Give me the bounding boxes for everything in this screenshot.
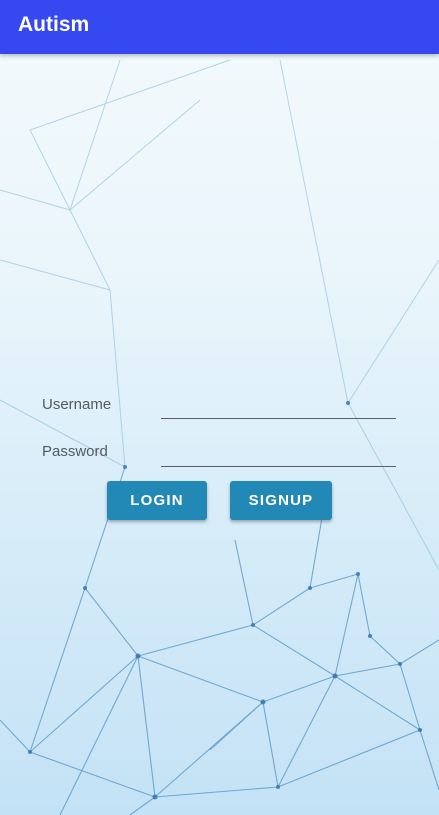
password-label: Password xyxy=(42,443,108,460)
login-screen: Autism Username Password LOGIN SIGNUP xyxy=(0,0,439,815)
signup-button[interactable]: SIGNUP xyxy=(230,481,332,520)
password-input[interactable] xyxy=(161,440,396,467)
username-label: Username xyxy=(42,396,112,413)
app-title: Autism xyxy=(18,13,90,36)
login-button[interactable]: LOGIN xyxy=(107,481,207,520)
app-bar: Autism xyxy=(0,0,439,54)
username-input[interactable] xyxy=(161,392,396,419)
